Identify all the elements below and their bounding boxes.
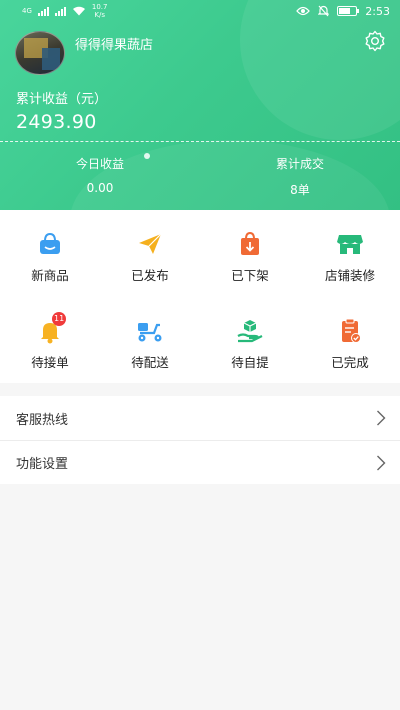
signal-icon <box>37 6 49 16</box>
grid-item-published[interactable]: 已发布 <box>100 230 200 284</box>
stat-total-deals: 累计成交 8单 <box>200 155 400 198</box>
store-name: 得得得果蔬店 <box>75 38 154 53</box>
menu-item-label: 客服热线 <box>16 412 69 428</box>
grid-item-self-pickup[interactable]: 待自提 <box>200 317 300 371</box>
hand-package-icon <box>237 320 263 343</box>
grid-item-pending-orders[interactable]: 11 待接单 <box>0 312 100 371</box>
store-profile-screen: 4G 10.7 K/s 2:53 得得得果蔬店 累计收益（元） 2493.90 … <box>0 0 400 710</box>
menu-item-function-settings[interactable]: 功能设置 <box>0 440 400 484</box>
grid-item-delisted[interactable]: 已下架 <box>200 230 300 284</box>
signal-icon <box>54 6 66 16</box>
storefront-icon <box>337 235 363 254</box>
grid-item-label: 已下架 <box>231 268 269 283</box>
grid-item-label: 已完成 <box>331 355 369 370</box>
grid-item-new-goods[interactable]: 新商品 <box>0 230 100 284</box>
mute-icon <box>318 5 330 17</box>
chevron-right-icon <box>377 410 386 426</box>
grid-item-label: 待接单 <box>31 355 69 370</box>
grid-item-label: 待配送 <box>131 355 169 370</box>
grid-item-label: 待自提 <box>231 355 269 370</box>
total-earnings-value: 2493.90 <box>16 111 97 133</box>
grid-item-label: 已发布 <box>131 268 169 283</box>
profile-header: 4G 10.7 K/s 2:53 得得得果蔬店 累计收益（元） 2493.90 … <box>0 0 400 210</box>
grid-item-completed[interactable]: 已完成 <box>300 317 400 371</box>
stat-label: 今日收益 <box>75 157 124 171</box>
grid-item-label: 店铺装修 <box>324 268 375 283</box>
total-earnings-label: 累计收益（元） <box>16 92 108 107</box>
status-bar-right: 2:53 <box>296 5 390 18</box>
eye-icon <box>296 6 311 16</box>
grid-item-to-deliver[interactable]: 待配送 <box>100 317 200 371</box>
network-speed-unit: K/s <box>94 11 105 19</box>
grid-item-store-decoration[interactable]: 店铺装修 <box>300 230 400 284</box>
menu-item-label: 功能设置 <box>16 457 69 472</box>
stat-value: 0.00 <box>86 181 114 195</box>
chevron-right-icon <box>377 455 386 471</box>
dashed-divider <box>0 141 400 142</box>
paper-plane-icon <box>139 233 162 254</box>
battery-icon <box>337 6 360 16</box>
stat-today-earnings: 今日收益 0.00 <box>0 155 200 195</box>
bell-icon-wrapper: 11 <box>34 312 67 345</box>
status-time: 2:53 <box>365 4 390 18</box>
settings-gear-icon[interactable] <box>363 29 387 53</box>
settings-menu: 客服热线 功能设置 <box>0 396 400 484</box>
network-speed-value: 10.7 <box>91 3 108 11</box>
wifi-icon <box>72 6 85 16</box>
menu-item-customer-hotline[interactable]: 客服热线 <box>0 396 400 440</box>
status-bar: 4G 10.7 K/s 2:53 <box>0 0 400 22</box>
scooter-icon <box>138 323 162 342</box>
grid-item-label: 新商品 <box>31 268 69 283</box>
shopping-basket-icon <box>40 232 60 254</box>
status-bar-left: 4G 10.7 K/s <box>22 3 107 19</box>
stat-value: 8单 <box>290 183 310 197</box>
stat-label: 累计成交 <box>275 157 324 171</box>
network-type: 4G <box>22 7 32 15</box>
network-speed: 10.7 K/s <box>92 3 108 19</box>
function-grid: 新商品 已发布 已下架 店铺装修 11 待接单 待配送 待自提 已完成 <box>0 210 400 383</box>
shopping-bag-icon <box>241 231 259 255</box>
store-avatar[interactable] <box>15 31 65 75</box>
clipboard-check-icon <box>342 318 361 343</box>
